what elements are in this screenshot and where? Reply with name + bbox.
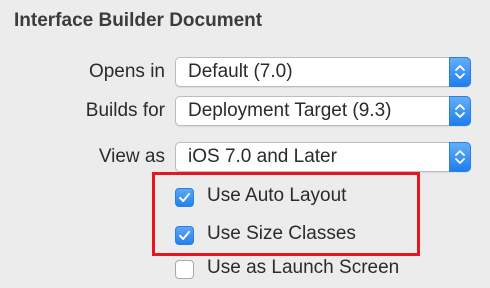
checkmark-icon: [179, 231, 190, 240]
view-as-popup[interactable]: iOS 7.0 and Later: [175, 142, 471, 172]
checkbox-checked[interactable]: [175, 226, 194, 245]
builds-for-value: Deployment Target (9.3): [188, 100, 392, 121]
view-as-label: View as: [98, 146, 165, 167]
use-size-classes-label: Use Size Classes: [207, 223, 356, 244]
section-title: Interface Builder Document: [14, 10, 263, 31]
use-as-launch-screen-label: Use as Launch Screen: [207, 257, 400, 278]
inspector-panel: Interface Builder Document Opens in Defa…: [0, 0, 490, 288]
view-as-value: iOS 7.0 and Later: [188, 146, 337, 167]
chevron-up-down-icon[interactable]: [449, 96, 471, 126]
builds-for-popup[interactable]: Deployment Target (9.3): [175, 96, 471, 126]
opens-in-popup[interactable]: Default (7.0): [175, 57, 471, 87]
opens-in-value: Default (7.0): [188, 61, 293, 82]
opens-in-label: Opens in: [88, 61, 165, 82]
chevron-up-down-icon[interactable]: [449, 57, 471, 87]
checkbox-checked[interactable]: [175, 188, 194, 207]
chevron-up-down-icon[interactable]: [449, 142, 471, 172]
use-auto-layout-label: Use Auto Layout: [207, 185, 347, 206]
checkmark-icon: [179, 193, 190, 202]
checkbox-unchecked[interactable]: [175, 260, 194, 279]
builds-for-label: Builds for: [85, 100, 165, 121]
